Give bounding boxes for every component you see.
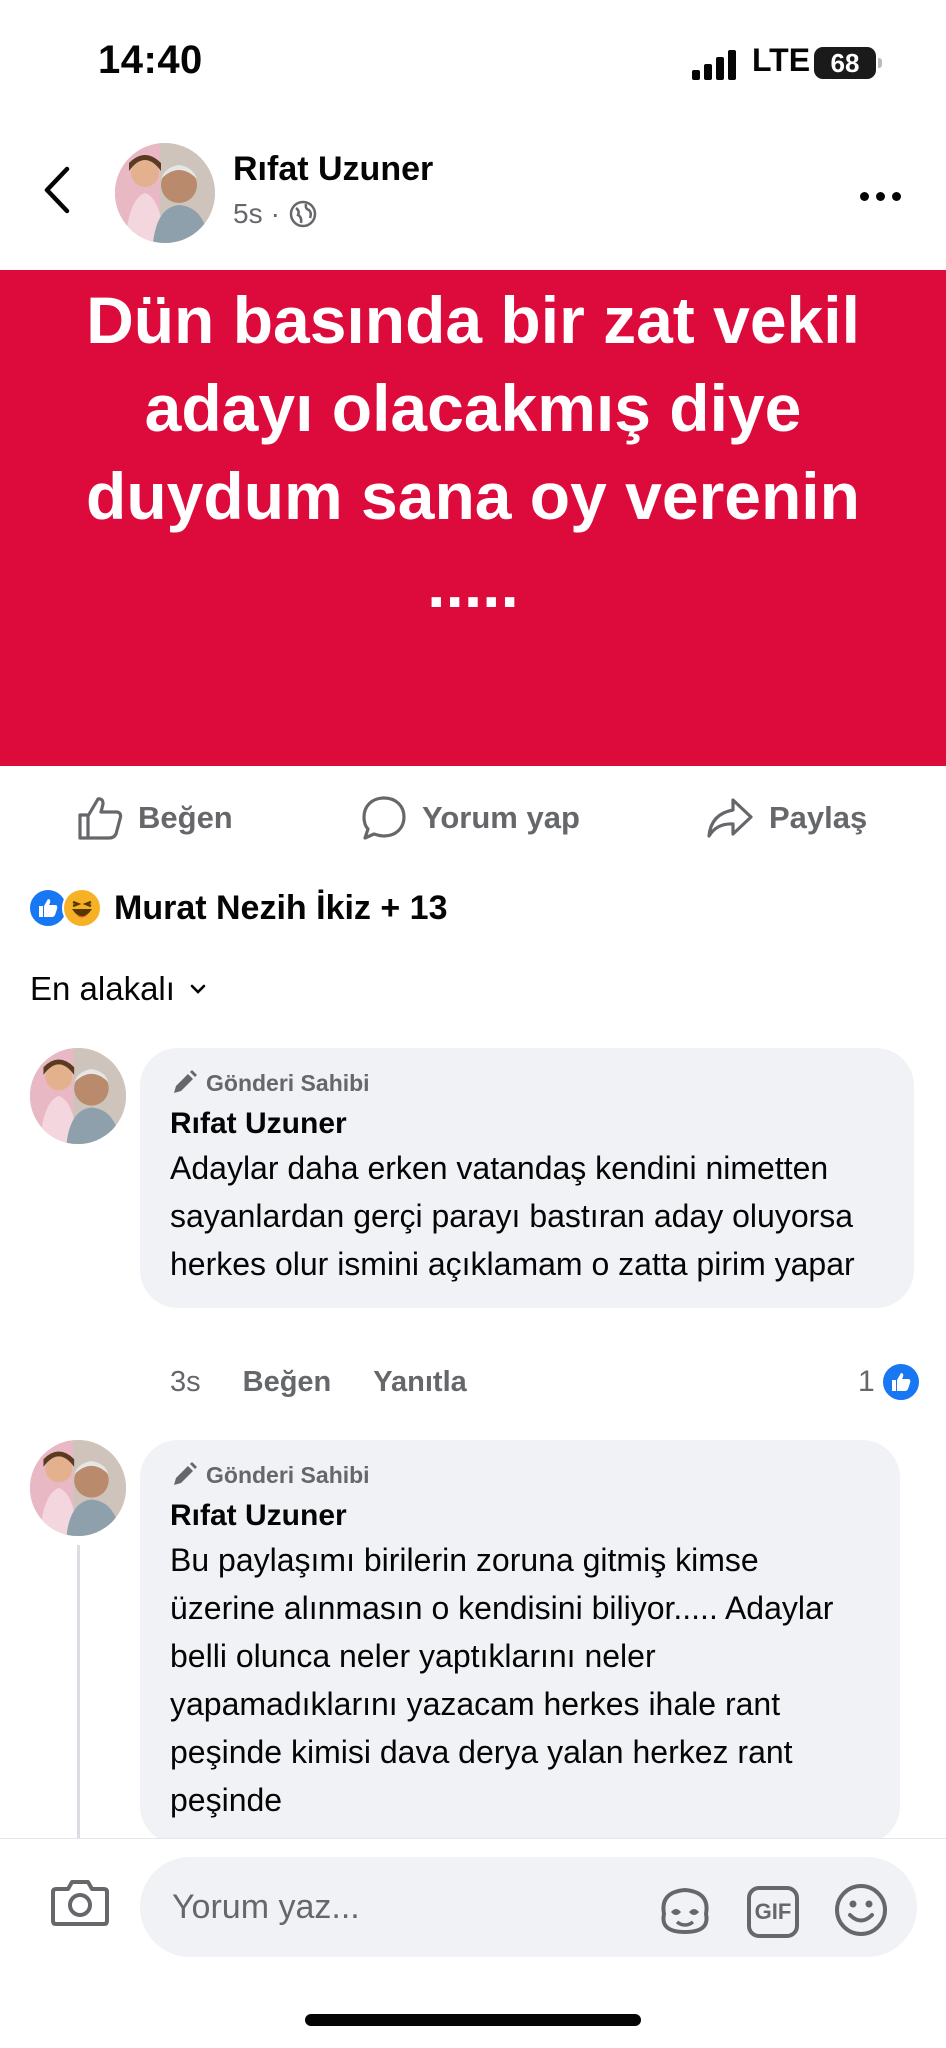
like-button[interactable]: Beğen (76, 795, 233, 841)
more-options-button[interactable] (860, 186, 910, 206)
post-header: Rıfat Uzuner 5s · (0, 130, 946, 270)
chevron-left-icon (44, 166, 70, 214)
reactions-summary[interactable]: Murat Nezih İkiz + 13 (28, 888, 448, 928)
pencil-icon (174, 1462, 197, 1485)
share-arrow-icon (707, 798, 753, 838)
comment-reply-button[interactable]: Yanıtla (373, 1366, 467, 1399)
post-content[interactable]: Dün basında bir zat vekil adayı olacakmı… (0, 270, 946, 766)
comment-bubble[interactable]: Gönderi Sahibi Rıfat Uzuner Adaylar daha… (140, 1048, 914, 1308)
share-button[interactable]: Paylaş (705, 796, 867, 840)
badge-label: Gönderi Sahibi (206, 1069, 370, 1096)
haha-reaction-icon (62, 888, 102, 928)
smiley-icon (835, 1884, 887, 1936)
comment-composer: GIF (0, 1838, 946, 1978)
comment-bubble[interactable]: Gönderi Sahibi Rıfat Uzuner Bu paylaşımı… (140, 1440, 900, 1844)
avatar-sticker-icon (661, 1887, 709, 1935)
post-action-bar: Beğen Yorum yap Paylaş (0, 778, 946, 858)
like-count: 1 (858, 1365, 875, 1398)
post-text: Dün basında bir zat vekil adayı olacakmı… (86, 283, 860, 621)
camera-button[interactable] (50, 1875, 110, 1935)
meta-separator: · (270, 198, 280, 229)
more-dot-icon (876, 191, 885, 201)
author-name[interactable]: Rıfat Uzuner (233, 150, 433, 189)
comment-author[interactable]: Rıfat Uzuner (170, 1104, 884, 1144)
avatar-photo (30, 1440, 126, 1536)
reactions-text: Murat Nezih İkiz + 13 (114, 888, 448, 927)
post-time: 5s (233, 198, 263, 229)
gif-button[interactable]: GIF (744, 1881, 802, 1939)
comment-like-count[interactable]: 1 (858, 1362, 921, 1402)
author-badge: Gönderi Sahibi (170, 1066, 884, 1100)
author-avatar[interactable] (115, 143, 215, 243)
comment-text: Bu paylaşımı birilerin zoruna gitmiş kim… (170, 1542, 834, 1818)
commenter-avatar[interactable] (30, 1048, 126, 1144)
comment-button[interactable]: Yorum yap (360, 794, 580, 842)
globe-icon (289, 200, 317, 228)
commenter-avatar[interactable] (30, 1440, 126, 1536)
comment-author[interactable]: Rıfat Uzuner (170, 1496, 870, 1536)
like-label: Beğen (138, 800, 233, 835)
comment-actions: 3s Beğen Yanıtla (170, 1366, 467, 1399)
pencil-icon (174, 1070, 197, 1093)
camera-icon (51, 1880, 109, 1926)
avatar-sticker-button[interactable] (656, 1881, 714, 1939)
share-label: Paylaş (769, 800, 868, 835)
like-reaction-icon (880, 1362, 921, 1402)
battery-level: 68 (830, 47, 860, 78)
sort-label: En alakalı (30, 970, 175, 1007)
comment-time: 3s (170, 1366, 201, 1398)
reply-thread-line (77, 1545, 80, 1845)
battery-icon: 68 (814, 47, 882, 79)
comment-sort-dropdown[interactable]: En alakalı (30, 970, 207, 1008)
status-bar: 14:40 LTE 68 (0, 0, 946, 125)
status-time: 14:40 (98, 38, 203, 82)
home-indicator[interactable] (305, 2014, 641, 2026)
gif-icon: GIF (747, 1885, 799, 1938)
post-meta: 5s · (233, 198, 318, 230)
more-dot-icon (860, 191, 869, 201)
badge-label: Gönderi Sahibi (206, 1461, 370, 1488)
comment-bubble-icon (362, 796, 406, 840)
network-label: LTE (752, 42, 811, 78)
comment-like-button[interactable]: Beğen (243, 1366, 332, 1399)
emoji-button[interactable] (832, 1881, 890, 1939)
signal-icon (692, 50, 736, 80)
back-button[interactable] (32, 160, 82, 220)
comment-text: Adaylar daha erken vatandaş kendini nime… (170, 1150, 855, 1282)
thumbs-up-icon (78, 797, 123, 840)
avatar-photo (30, 1048, 126, 1144)
comment-label: Yorum yap (422, 800, 580, 835)
author-badge: Gönderi Sahibi (170, 1458, 870, 1492)
chevron-down-icon (190, 984, 206, 994)
avatar-photo (115, 143, 215, 243)
more-dot-icon (892, 191, 901, 201)
